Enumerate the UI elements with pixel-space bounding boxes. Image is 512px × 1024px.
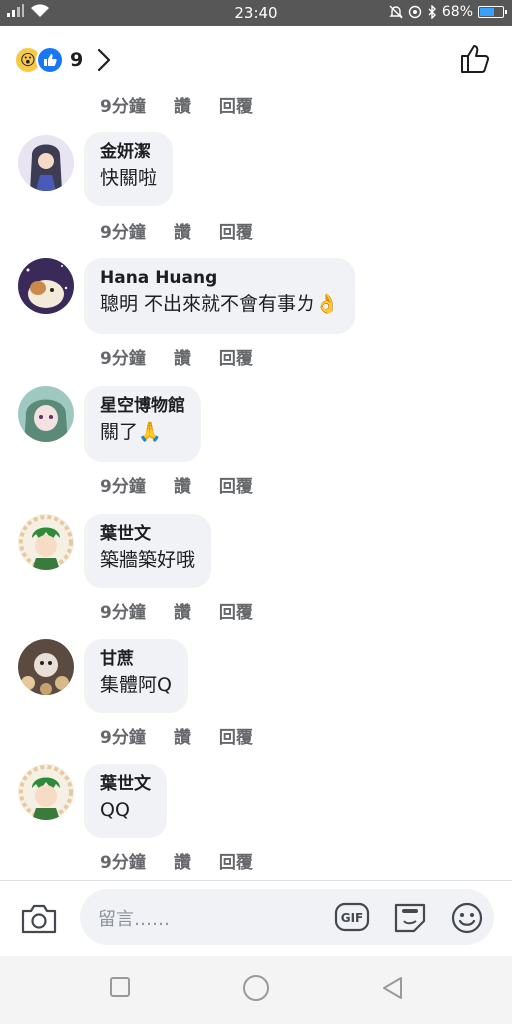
comment-bubble[interactable]: 葉世文 築牆築好哦 xyxy=(84,514,212,588)
commenter-name[interactable]: 金妍潔 xyxy=(100,140,157,164)
emoji-icon[interactable] xyxy=(450,901,484,935)
reaction-count: 9 xyxy=(70,49,84,71)
comment-time: 9分鐘 xyxy=(100,728,146,748)
thumbs-up-icon[interactable] xyxy=(460,44,490,74)
home-icon[interactable] xyxy=(242,974,270,1002)
comment-text: 聰明 不出來就不會有事ㄌ👌 xyxy=(100,290,339,318)
comment-time: 9分鐘 xyxy=(100,97,146,117)
comment-meta: 9分鐘 讚 回覆 xyxy=(100,92,253,117)
comment-meta: 9分鐘 讚 回覆 xyxy=(100,344,253,369)
comment-meta: 9分鐘 讚 回覆 xyxy=(100,218,253,243)
like-link[interactable]: 讚 xyxy=(174,472,191,497)
comment-bubble[interactable]: 葉世文 QQ xyxy=(84,764,167,838)
like-link[interactable]: 讚 xyxy=(174,848,191,873)
chevron-right-icon xyxy=(98,48,111,72)
back-icon[interactable] xyxy=(381,976,403,1000)
recent-apps-icon[interactable] xyxy=(109,976,131,998)
reactions-summary[interactable]: 😮 9 xyxy=(14,46,111,74)
commenter-name[interactable]: 葉世文 xyxy=(100,522,195,546)
system-nav-bar xyxy=(0,956,512,1024)
reply-link[interactable]: 回覆 xyxy=(219,218,253,243)
reply-link[interactable]: 回覆 xyxy=(219,598,253,623)
ok-hand-emoji: 👌 xyxy=(315,293,339,315)
battery-icon xyxy=(478,6,507,18)
comment-time: 9分鐘 xyxy=(100,603,146,623)
comments-sheet: 😮 9 9分鐘 讚 回覆 金妍潔 快關啦 9分鐘 讚 回覆 Hana Huang… xyxy=(0,26,512,1024)
pray-emoji: 🙏 xyxy=(138,421,162,443)
like-link[interactable]: 讚 xyxy=(174,723,191,748)
bell-mute-icon xyxy=(389,5,403,19)
svg-text:GIF: GIF xyxy=(341,911,364,925)
sticker-icon[interactable] xyxy=(392,901,428,935)
comment-composer: 留言…… GIF xyxy=(0,880,512,957)
reply-link[interactable]: 回覆 xyxy=(219,723,253,748)
commenter-name[interactable]: Hana Huang xyxy=(100,266,339,290)
reply-link[interactable]: 回覆 xyxy=(219,92,253,117)
reply-link[interactable]: 回覆 xyxy=(219,848,253,873)
like-reaction-icon xyxy=(36,46,64,74)
comment-time: 9分鐘 xyxy=(100,349,146,369)
camera-icon[interactable] xyxy=(20,903,58,935)
commenter-name[interactable]: 星空博物館 xyxy=(100,394,185,418)
status-bar: 23:40 68% xyxy=(0,0,512,26)
comment-text-body: 聰明 不出來就不會有事ㄌ xyxy=(100,293,316,315)
avatar[interactable] xyxy=(18,764,74,820)
data-saver-icon xyxy=(408,5,422,19)
comment-bubble[interactable]: 金妍潔 快關啦 xyxy=(84,132,174,206)
comment-bubble[interactable]: 星空博物館 關了🙏 xyxy=(84,386,201,462)
comment-time: 9分鐘 xyxy=(100,853,146,873)
avatar[interactable] xyxy=(18,135,74,191)
comment-time: 9分鐘 xyxy=(100,223,146,243)
comment-bubble[interactable]: 甘蔗 集體阿Q xyxy=(84,639,188,713)
avatar[interactable] xyxy=(18,386,74,442)
bluetooth-icon xyxy=(428,5,436,19)
battery-percent: 68% xyxy=(441,4,473,20)
comment-input-placeholder: 留言…… xyxy=(98,909,170,930)
comment-text: 關了🙏 xyxy=(100,418,185,446)
commenter-name[interactable]: 甘蔗 xyxy=(100,647,172,671)
like-link[interactable]: 讚 xyxy=(174,218,191,243)
reply-link[interactable]: 回覆 xyxy=(219,472,253,497)
comment-input[interactable]: 留言…… GIF xyxy=(80,889,494,945)
comment-text-body: 關了 xyxy=(100,421,139,443)
battery-fill xyxy=(480,8,495,16)
comment-text: QQ xyxy=(100,799,130,821)
comment-meta: 9分鐘 讚 回覆 xyxy=(100,723,253,748)
comment-meta: 9分鐘 讚 回覆 xyxy=(100,598,253,623)
comment-bubble[interactable]: Hana Huang 聰明 不出來就不會有事ㄌ👌 xyxy=(84,258,355,334)
like-link[interactable]: 讚 xyxy=(174,344,191,369)
status-right: 68% xyxy=(389,4,507,20)
comment-text: 築牆築好哦 xyxy=(100,549,196,571)
avatar[interactable] xyxy=(18,258,74,314)
like-link[interactable]: 讚 xyxy=(174,92,191,117)
comment-meta: 9分鐘 讚 回覆 xyxy=(100,472,253,497)
comment-time: 9分鐘 xyxy=(100,477,146,497)
comment-text: 集體阿Q xyxy=(100,674,172,696)
commenter-name[interactable]: 葉世文 xyxy=(100,772,151,796)
avatar[interactable] xyxy=(18,514,74,570)
gif-icon[interactable]: GIF xyxy=(334,901,370,933)
avatar[interactable] xyxy=(18,639,74,695)
reply-link[interactable]: 回覆 xyxy=(219,344,253,369)
comment-text: 快關啦 xyxy=(100,167,158,189)
comment-meta: 9分鐘 讚 回覆 xyxy=(100,848,253,873)
reactions-header: 😮 9 xyxy=(0,26,512,88)
like-link[interactable]: 讚 xyxy=(174,598,191,623)
